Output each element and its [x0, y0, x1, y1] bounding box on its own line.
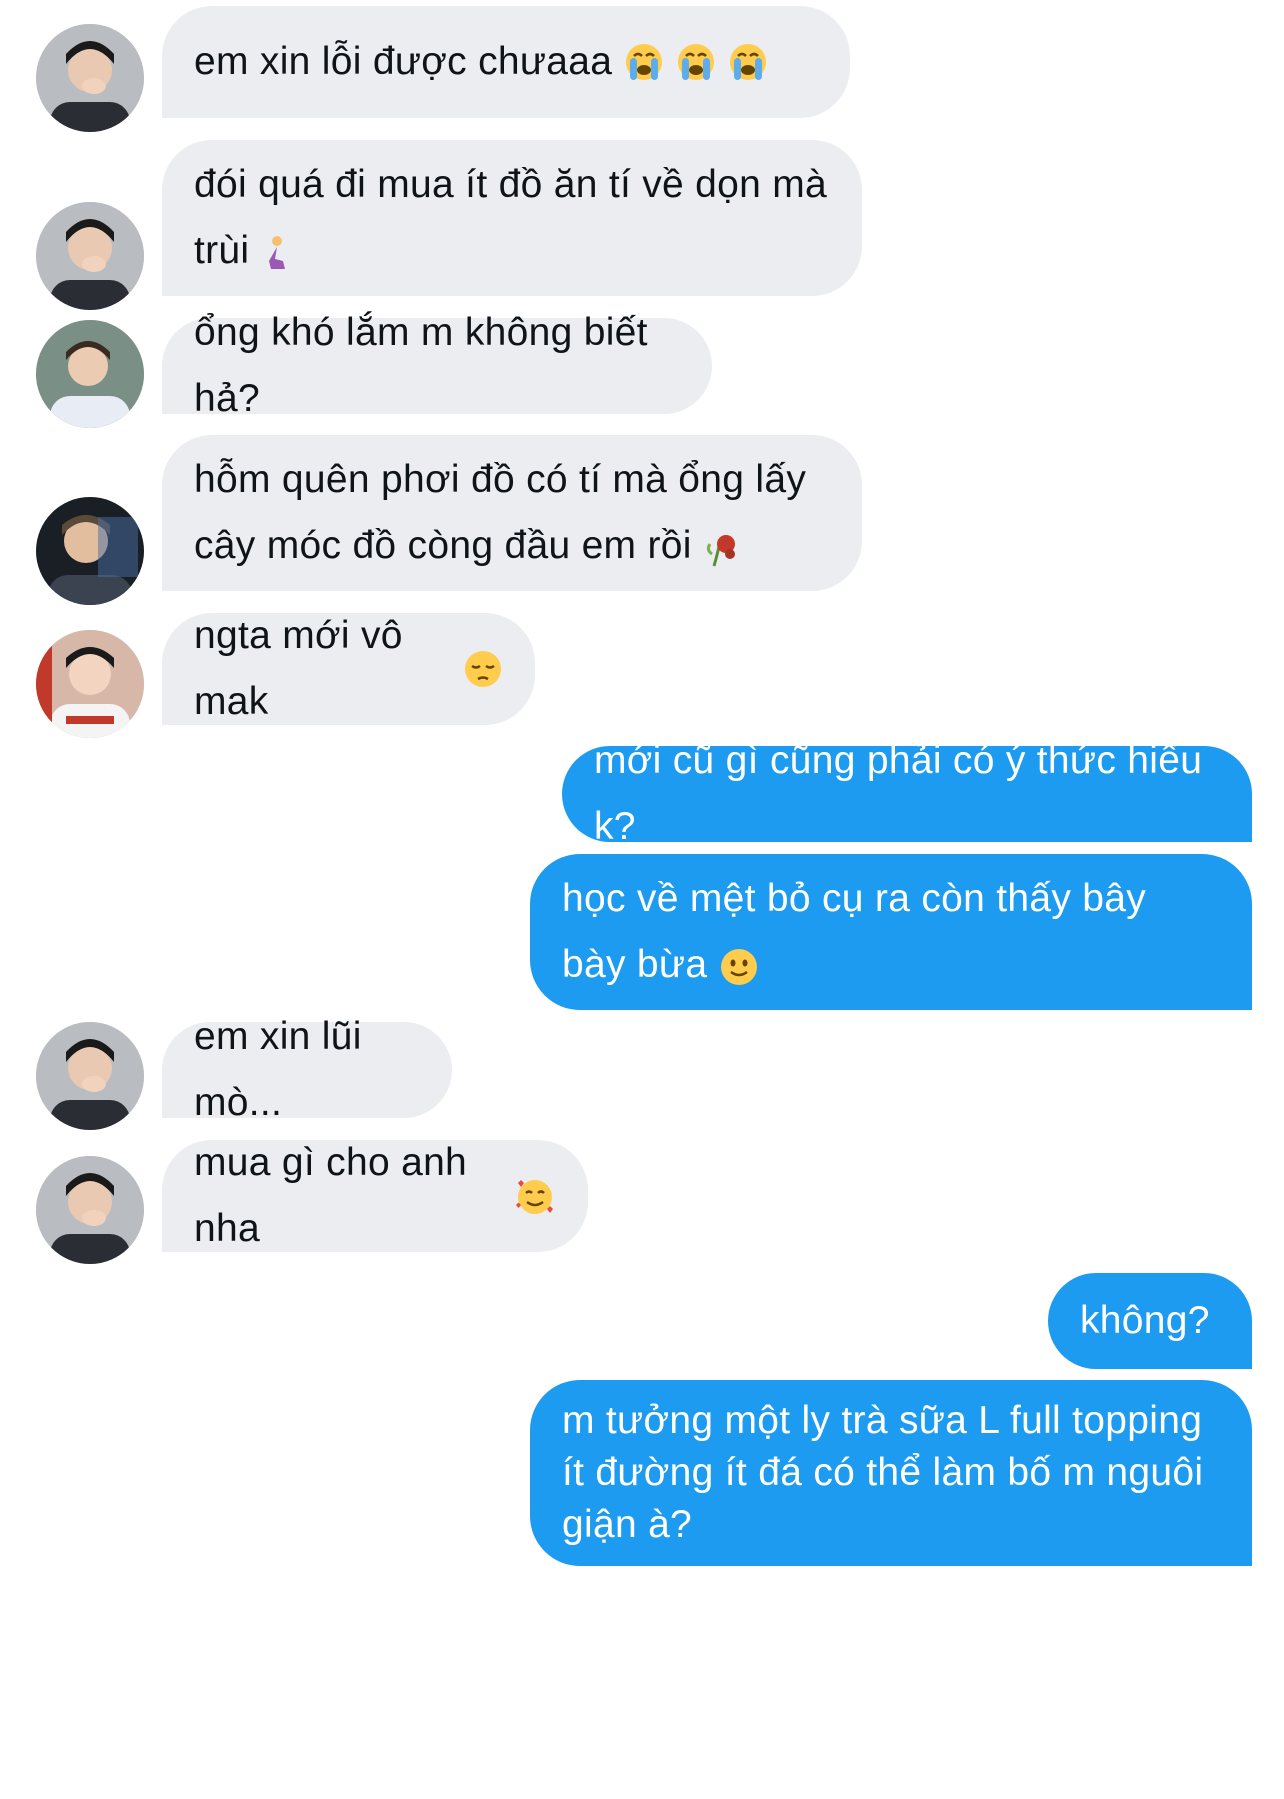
message-bubble-outgoing[interactable]: mới cũ gì cũng phải có ý thức hiểu k? — [562, 739, 1252, 848]
message-bubble-incoming[interactable]: đói quá đi mua ít đồ ăn tí về dọn mà trù… — [162, 140, 862, 296]
sender-avatar[interactable] — [36, 1156, 144, 1264]
message-bubble-incoming[interactable]: ngta mới vô mak — [162, 613, 535, 725]
message-text: không? — [1080, 1299, 1210, 1342]
message-text: em xin lũi mò... — [194, 1015, 362, 1124]
loudly-crying-face-icon — [624, 42, 664, 82]
message-text: học về mệt bỏ cụ ra còn thấy bây bày bừa — [562, 877, 1147, 987]
message-text: em xin lỗi được chưaaa — [194, 40, 613, 83]
sender-avatar[interactable] — [36, 497, 144, 605]
sender-avatar[interactable] — [36, 202, 144, 310]
smiling-face-with-hearts-icon — [514, 1175, 556, 1217]
message-text: ổng khó lắm m không biết hả? — [194, 311, 648, 420]
message-text: mới cũ gì cũng phải có ý thức hiểu k? — [594, 739, 1203, 848]
message-text: ngta mới vô mak — [194, 614, 403, 723]
sender-avatar[interactable] — [36, 320, 144, 428]
message-text: đói quá đi mua ít đồ ăn tí về dọn mà trù… — [194, 163, 828, 272]
pensive-face-icon — [463, 649, 503, 689]
sender-avatar[interactable] — [36, 1022, 144, 1130]
message-bubble-incoming[interactable]: em xin lũi mò... — [162, 1015, 452, 1124]
message-text: mua gì cho anh nha — [194, 1141, 468, 1250]
person-kneeling-icon — [261, 235, 291, 271]
slightly-smiling-face-icon — [719, 947, 759, 987]
message-bubble-incoming[interactable]: mua gì cho anh nha — [162, 1140, 588, 1252]
message-bubble-outgoing[interactable]: học về mệt bỏ cụ ra còn thấy bây bày bừa — [530, 854, 1252, 1010]
message-bubble-incoming[interactable]: ổng khó lắm m không biết hả? — [162, 311, 712, 420]
loudly-crying-face-icon — [676, 42, 716, 82]
sender-avatar[interactable] — [36, 630, 144, 738]
message-bubble-outgoing[interactable]: không? — [1048, 1273, 1252, 1369]
message-bubble-incoming[interactable]: em xin lỗi được chưaaa — [162, 6, 850, 118]
sender-avatar[interactable] — [36, 24, 144, 132]
chat-thread: em xin lỗi được chưaaa đói quá đi mua ít… — [0, 0, 1284, 1799]
wilted-flower-icon — [704, 528, 740, 568]
message-bubble-outgoing[interactable]: m tưởng một ly trà sữa L full topping ít… — [530, 1380, 1252, 1566]
message-text: m tưởng một ly trà sữa L full topping ít… — [562, 1399, 1204, 1546]
message-text: hỗm quên phơi đồ có tí mà ổng lấy cây mó… — [194, 458, 807, 568]
loudly-crying-face-icon — [728, 42, 768, 82]
message-bubble-incoming[interactable]: hỗm quên phơi đồ có tí mà ổng lấy cây mó… — [162, 435, 862, 591]
